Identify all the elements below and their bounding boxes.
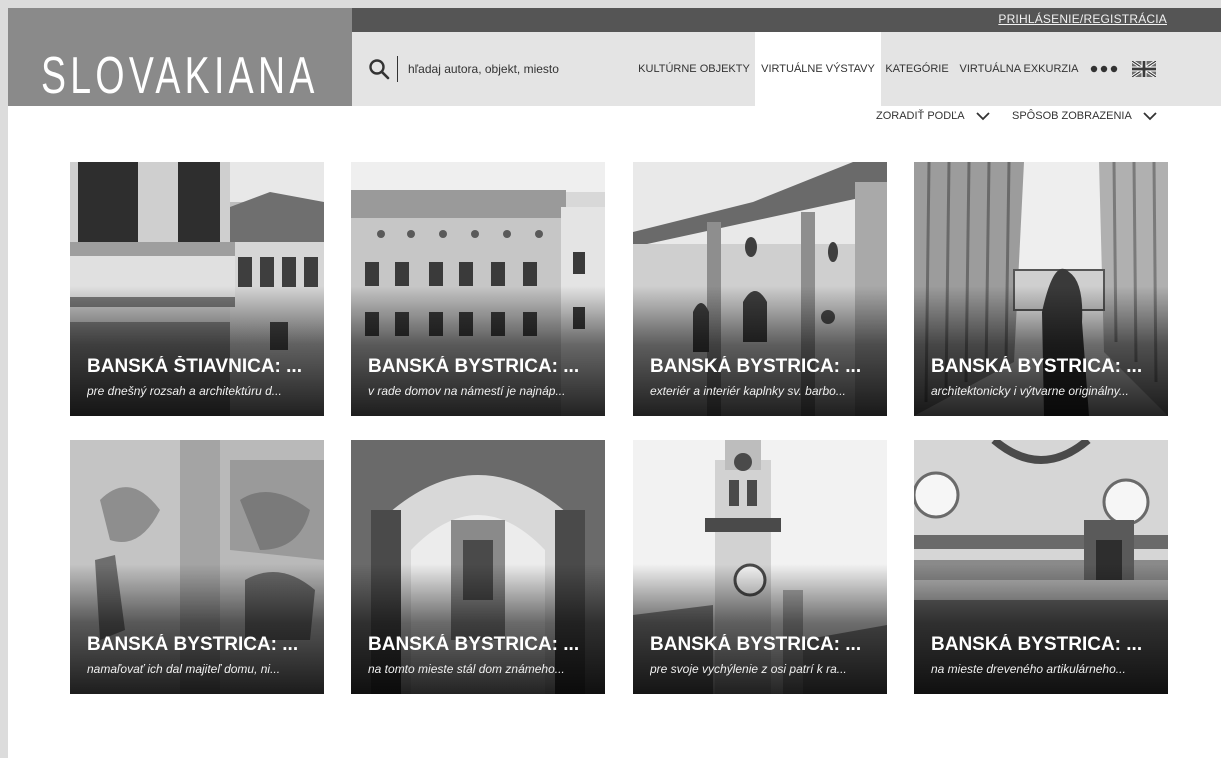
site-logo[interactable]: SLOVAKIANA xyxy=(8,8,352,106)
main-nav: KULTÚRNE OBJEKTY VIRTUÁLNE VÝSTAVY KATEG… xyxy=(352,32,1221,106)
card-subtitle: exteriér a interiér kaplnky sv. barbo... xyxy=(650,384,846,398)
card-subtitle: namaľovať ich dal majiteľ domu, ni... xyxy=(87,662,281,676)
view-mode-dropdown[interactable]: SPÔSOB ZOBRAZENIA xyxy=(1012,110,1158,122)
card-subtitle: pre svoje vychýlenie z osi patrí k ra... xyxy=(650,662,847,676)
card-title: BANSKÁ BYSTRICA: ... xyxy=(931,356,1143,377)
card-subtitle: pre dnešný rozsah a architektúru d... xyxy=(87,384,282,398)
left-border xyxy=(0,0,8,758)
card-subtitle: v rade domov na námestí je najnáp... xyxy=(368,384,566,398)
view-mode-label: SPÔSOB ZOBRAZENIA xyxy=(1012,110,1132,122)
exhibition-card[interactable]: BANSKÁ BYSTRICA: ... v rade domov na nám… xyxy=(351,162,605,416)
exhibition-card[interactable]: BANSKÁ BYSTRICA: ... na tomto mieste stá… xyxy=(351,440,605,694)
exhibition-card[interactable]: BANSKÁ BYSTRICA: ... namaľovať ich dal m… xyxy=(70,440,324,694)
nav-item-kulturne-objekty[interactable]: KULTÚRNE OBJEKTY xyxy=(634,32,754,106)
card-title: BANSKÁ ŠTIAVNICA: ... xyxy=(87,356,302,377)
nav-item-kategorie[interactable]: KATEGÓRIE xyxy=(882,32,952,106)
nav-item-virtualne-vystavy[interactable]: VIRTUÁLNE VÝSTAVY xyxy=(755,32,881,106)
sort-by-label: ZORADIŤ PODĽA xyxy=(876,110,965,122)
login-register-link[interactable]: PRIHLÁSENIE/REGISTRÁCIA xyxy=(998,12,1167,26)
card-subtitle: na tomto mieste stál dom známeho... xyxy=(368,662,565,676)
exhibition-card[interactable]: BANSKÁ BYSTRICA: ... architektonicky i v… xyxy=(914,162,1168,416)
page: SLOVAKIANA PRIHLÁSENIE/REGISTRÁCIA KULTÚ… xyxy=(0,0,1221,758)
card-title: BANSKÁ BYSTRICA: ... xyxy=(368,634,580,655)
exhibition-card[interactable]: BANSKÁ BYSTRICA: ... na mieste dreveného… xyxy=(914,440,1168,694)
search-divider xyxy=(397,56,398,82)
chevron-down-icon xyxy=(975,112,990,121)
card-title: BANSKÁ BYSTRICA: ... xyxy=(650,356,862,377)
exhibition-card[interactable]: BANSKÁ BYSTRICA: ... pre svoje vychýleni… xyxy=(633,440,887,694)
top-border xyxy=(0,0,1221,8)
search-input[interactable] xyxy=(402,58,614,80)
logo-text: SLOVAKIANA xyxy=(41,47,319,105)
sort-by-dropdown[interactable]: ZORADIŤ PODĽA xyxy=(876,110,991,122)
exhibition-card[interactable]: BANSKÁ ŠTIAVNICA: ... pre dnešný rozsah … xyxy=(70,162,324,416)
card-title: BANSKÁ BYSTRICA: ... xyxy=(650,634,862,655)
top-strip: PRIHLÁSENIE/REGISTRÁCIA xyxy=(352,8,1221,32)
search-icon[interactable] xyxy=(368,58,390,80)
card-subtitle: architektonicky i výtvarne originálny... xyxy=(931,384,1129,398)
card-subtitle: na mieste dreveného artikulárneho... xyxy=(931,662,1126,676)
card-title: BANSKÁ BYSTRICA: ... xyxy=(931,634,1143,655)
uk-flag-icon[interactable] xyxy=(1132,61,1156,77)
exhibition-card[interactable]: BANSKÁ BYSTRICA: ... exteriér a interiér… xyxy=(633,162,887,416)
card-title: BANSKÁ BYSTRICA: ... xyxy=(368,356,580,377)
nav-item-virtualna-exkurzia[interactable]: VIRTUÁLNA EXKURZIA xyxy=(956,32,1082,106)
ellipsis-icon[interactable] xyxy=(1090,65,1118,73)
chevron-down-icon xyxy=(1143,112,1157,121)
card-title: BANSKÁ BYSTRICA: ... xyxy=(87,634,299,655)
